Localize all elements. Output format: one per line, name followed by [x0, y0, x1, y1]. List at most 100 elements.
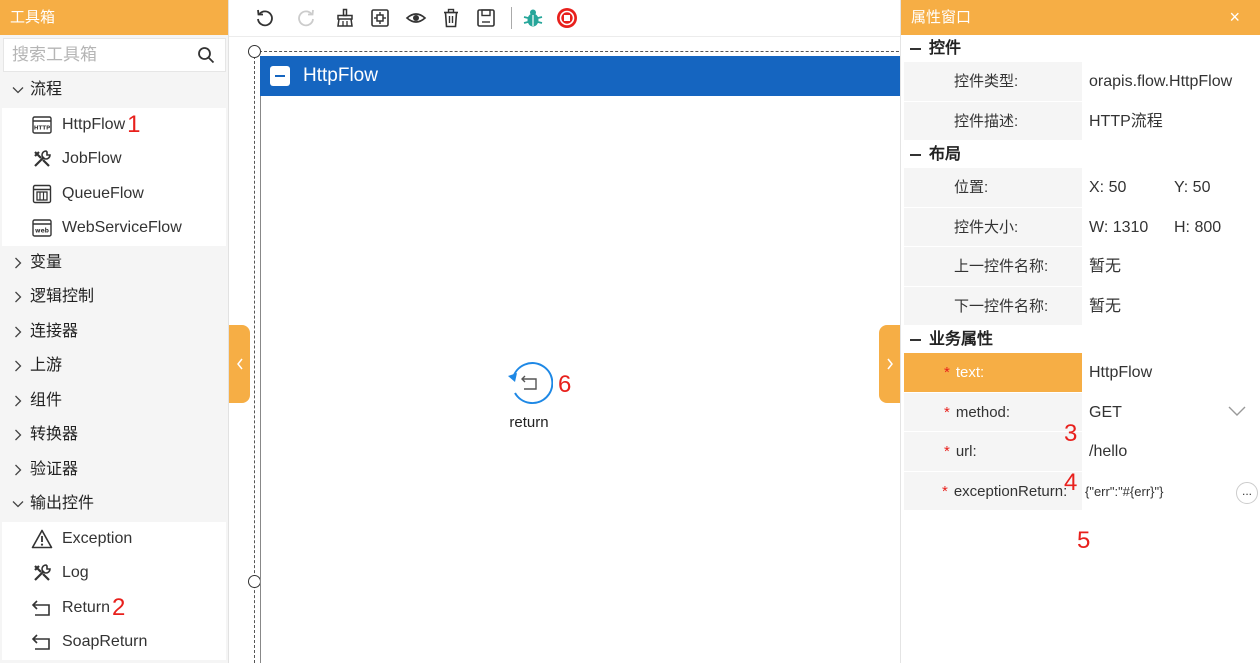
item-label: QueueFlow — [62, 184, 144, 202]
toolbox-item-queueflow[interactable]: QueueFlow — [2, 176, 226, 211]
toolbox-item-soapreturn[interactable]: SoapReturn — [2, 625, 226, 660]
chevron-right-icon — [15, 326, 22, 338]
category-converters[interactable]: 转换器 — [0, 418, 228, 453]
annotation-marker: 6 — [558, 371, 572, 398]
chevron-down-icon — [12, 501, 24, 508]
section-control[interactable]: 控件 — [901, 35, 1260, 62]
flow-container-header[interactable]: HttpFlow — [260, 56, 900, 96]
prop-key: * exceptionReturn: — [904, 471, 1083, 510]
close-icon[interactable]: × — [1229, 0, 1240, 35]
toolbar-separator — [511, 7, 512, 29]
prop-key: 上一控件名称: — [904, 247, 1083, 286]
required-mark: * — [944, 403, 950, 421]
web-icon: web — [31, 217, 53, 239]
save-icon[interactable] — [474, 6, 498, 30]
chevron-right-icon — [15, 429, 22, 441]
fit-icon[interactable] — [368, 6, 392, 30]
toolbox-item-webserviceflow[interactable]: web WebServiceFlow — [2, 211, 226, 246]
annotation-marker: 2 — [112, 593, 126, 621]
category-validators[interactable]: 验证器 — [0, 453, 228, 488]
url-input[interactable]: /hello — [1083, 432, 1260, 471]
section-business[interactable]: 业务属性 — [901, 326, 1260, 353]
clear-icon[interactable] — [333, 6, 357, 30]
collapse-right-panel-tab[interactable] — [879, 325, 900, 403]
prop-key: * url: — [904, 432, 1083, 471]
prop-key: * method: — [904, 392, 1083, 431]
top-toolbar — [229, 0, 900, 37]
collapse-button[interactable] — [270, 66, 290, 86]
collapse-left-panel-tab[interactable] — [229, 325, 250, 403]
return-icon — [31, 631, 53, 653]
prop-row-exception-return: * exceptionReturn: {"err":"#{err}"} ... 5 — [904, 471, 1260, 554]
category-label: 变量 — [30, 253, 63, 271]
exception-return-input[interactable]: {"err":"#{err}"} ... — [1083, 471, 1260, 510]
queue-icon — [31, 183, 53, 205]
debug-icon[interactable] — [521, 6, 545, 30]
category-components[interactable]: 组件 — [0, 384, 228, 419]
toolbox-item-exception[interactable]: Exception — [2, 521, 226, 556]
minus-icon — [275, 75, 285, 77]
chevron-right-icon — [886, 358, 893, 370]
preview-icon[interactable] — [404, 6, 428, 30]
prop-row-control-desc: 控件描述: HTTP流程 — [904, 101, 1260, 141]
position-y: Y: 50 — [1174, 179, 1211, 196]
item-label: SoapReturn — [62, 633, 148, 651]
item-label: JobFlow — [62, 150, 122, 168]
annotation-marker: 1 — [127, 110, 141, 138]
required-mark: * — [944, 443, 950, 460]
prop-row-size: 控件大小: W: 1310 H: 800 — [904, 207, 1260, 247]
prop-key: 下一控件名称: — [904, 286, 1083, 325]
item-label: WebServiceFlow — [62, 219, 182, 237]
category-connectors[interactable]: 连接器 — [0, 315, 228, 350]
chevron-down-icon — [12, 87, 24, 94]
prop-key: 控件大小: — [904, 207, 1083, 246]
item-label: Exception — [62, 529, 133, 547]
prop-row-position: 位置: X: 50 Y: 50 — [904, 168, 1260, 208]
redo-icon[interactable] — [294, 6, 318, 30]
category-upstream[interactable]: 上游 — [0, 349, 228, 384]
category-logic-control[interactable]: 逻辑控制 — [0, 280, 228, 315]
prop-row-next-control: 下一控件名称: 暂无 — [904, 286, 1260, 326]
return-node-label: return — [509, 414, 549, 431]
toolbox-item-httpflow[interactable]: HTTP HttpFlow 1 — [2, 107, 226, 142]
category-label: 验证器 — [30, 460, 79, 478]
undo-icon[interactable] — [253, 6, 277, 30]
warning-icon — [31, 528, 53, 550]
category-variables[interactable]: 变量 — [0, 246, 228, 281]
return-node-icon — [508, 362, 554, 405]
more-button[interactable]: ... — [1236, 481, 1258, 504]
toolbox-panel: 工具箱 流程 HTTP HttpFlow 1 JobFlow Queu — [0, 0, 229, 663]
property-panel-title-text: 属性窗口 — [911, 9, 972, 26]
chevron-right-icon — [15, 395, 22, 407]
method-value: GET — [1089, 403, 1122, 421]
chevron-right-icon — [15, 464, 22, 476]
toolbox-item-jobflow[interactable]: JobFlow — [2, 142, 226, 177]
toolbox-search-input[interactable] — [4, 39, 184, 71]
flow-title: HttpFlow — [303, 65, 378, 86]
category-flow[interactable]: 流程 — [0, 73, 228, 108]
prop-row-url: * url: /hello 4 — [904, 432, 1260, 496]
flow-canvas[interactable]: HttpFlow return 6 — [229, 37, 900, 663]
toolbox-item-log[interactable]: Log — [2, 556, 226, 591]
category-output-controls[interactable]: 输出控件 — [0, 487, 228, 522]
annotation-marker: 5 — [1077, 527, 1091, 554]
delete-icon[interactable] — [439, 6, 463, 30]
category-label: 转换器 — [30, 426, 79, 443]
section-layout[interactable]: 布局 — [901, 141, 1260, 168]
stop-icon[interactable] — [555, 6, 579, 30]
search-icon[interactable] — [197, 46, 215, 64]
text-input[interactable]: HttpFlow — [1083, 353, 1260, 392]
exception-return-value: {"err":"#{err}"} — [1085, 483, 1164, 499]
prop-value: orapis.flow.HttpFlow — [1083, 62, 1260, 101]
prop-row-method: * method: GET 3 — [904, 392, 1260, 447]
http-icon: HTTP — [31, 114, 53, 136]
annotation-marker: 3 — [1064, 420, 1078, 447]
return-node[interactable] — [505, 358, 554, 406]
prop-key-label: text: — [955, 364, 985, 381]
selection-border-left — [254, 51, 255, 663]
prop-value: HTTP流程 — [1083, 101, 1260, 140]
method-select[interactable]: GET — [1083, 392, 1260, 431]
chevron-right-icon — [15, 257, 22, 269]
category-label: 连接器 — [30, 322, 79, 340]
toolbox-item-return[interactable]: Return 2 — [2, 590, 226, 625]
